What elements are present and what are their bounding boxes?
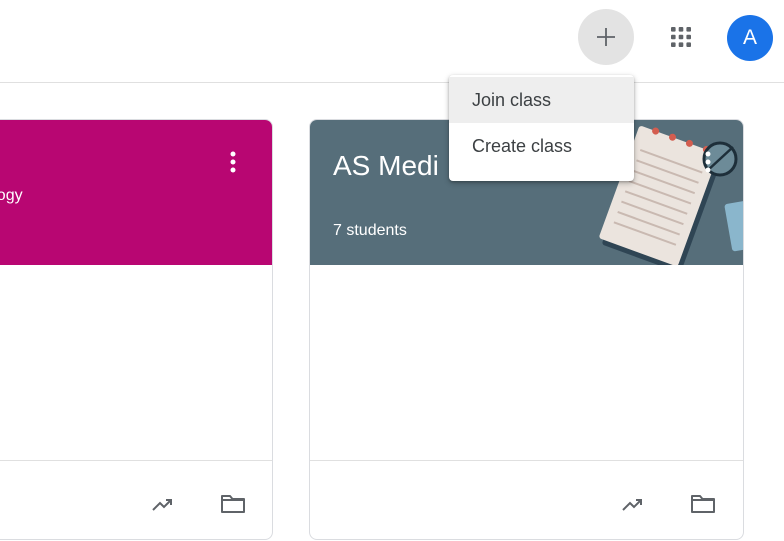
classroom-page: A thology — [0, 0, 784, 541]
open-folder-button[interactable] — [686, 487, 720, 521]
apps-grid-icon — [671, 27, 691, 47]
menu-item-create-class[interactable]: Create class — [449, 123, 634, 169]
class-card[interactable]: AS Medi 7 students — [309, 119, 744, 540]
folder-icon — [221, 495, 245, 513]
card-footer-divider — [0, 460, 272, 461]
open-gradebook-button[interactable] — [146, 487, 180, 521]
class-options-button[interactable] — [695, 144, 721, 180]
more-vert-icon — [705, 151, 711, 173]
add-class-menu: Join class Create class — [449, 75, 634, 181]
header-divider — [0, 82, 784, 83]
google-apps-button[interactable] — [659, 15, 703, 59]
add-class-button[interactable] — [578, 9, 634, 65]
account-avatar[interactable]: A — [727, 15, 773, 61]
class-card-subtitle: thology — [0, 187, 23, 204]
class-card[interactable]: thology — [0, 119, 273, 540]
plus-icon — [597, 28, 615, 46]
open-gradebook-button[interactable] — [616, 487, 650, 521]
class-card-title[interactable]: AS Medi — [333, 150, 439, 182]
folder-icon — [691, 495, 715, 513]
trending-up-icon — [152, 499, 172, 511]
avatar-letter: A — [742, 26, 757, 49]
class-options-button[interactable] — [220, 144, 246, 180]
open-folder-button[interactable] — [216, 487, 250, 521]
more-vert-icon — [230, 151, 236, 173]
class-card-student-count: 7 students — [333, 222, 407, 239]
menu-item-join-class[interactable]: Join class — [449, 77, 634, 123]
top-app-bar: A — [0, 0, 784, 82]
class-card-banner[interactable]: thology — [0, 120, 272, 265]
trending-up-icon — [622, 499, 642, 511]
card-footer-divider — [310, 460, 743, 461]
